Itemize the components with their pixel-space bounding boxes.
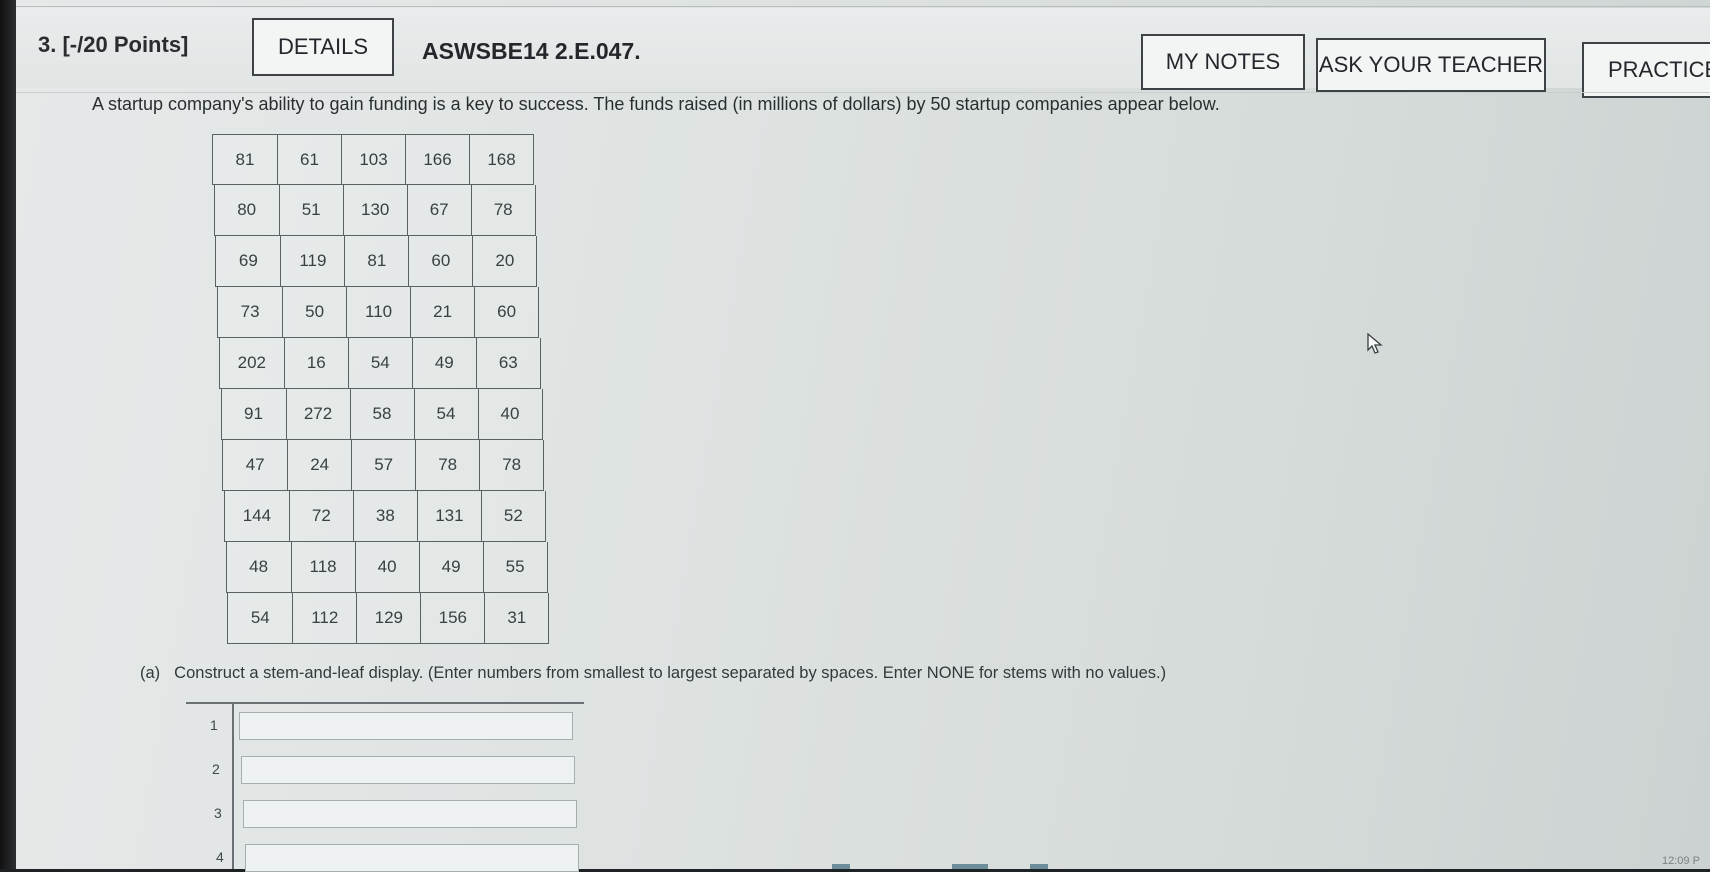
table-cell: 52 [481,491,546,542]
question-points: [-/20 Points] [62,32,189,57]
table-cell: 24 [288,440,353,491]
table-cell: 103 [342,134,406,185]
table-row: 202 16 54 49 63 [218,338,541,389]
practice-another-button[interactable]: PRACTICE A [1582,42,1710,98]
table-cell: 202 [218,338,285,389]
table-row: 144 72 38 131 52 [223,491,546,542]
leaf-input-stem-3[interactable] [243,800,577,828]
table-cell: 38 [353,491,418,542]
table-cell: 58 [350,389,415,440]
problem-intro-text: A startup company's ability to gain fund… [92,94,1220,114]
stem-label: 3 [214,805,222,821]
table-cell: 48 [225,542,292,593]
taskbar-clock: 12:09 P [1662,855,1700,867]
leaf-input-stem-1[interactable] [239,712,573,740]
details-button[interactable]: DETAILS [252,18,394,76]
table-cell: 272 [286,389,351,440]
table-cell: 130 [343,185,408,236]
header-divider [16,92,1710,93]
stem-leaf-divider [232,703,234,869]
table-cell: 78 [416,440,481,491]
table-cell: 144 [223,491,290,542]
ask-teacher-button[interactable]: ASK YOUR TEACHER [1316,38,1546,92]
table-cell: 40 [478,389,543,440]
table-cell: 112 [293,593,358,644]
funds-data-table: 81 61 103 166 168 80 51 130 67 78 69 119 81 60 20 73 50 1… [212,134,552,644]
monitor-bezel [0,0,16,869]
table-cell: 50 [283,287,348,338]
table-cell: 16 [284,338,349,389]
table-cell: 81 [212,134,278,185]
table-cell: 49 [419,542,484,593]
screen: 3. [-/20 Points] DETAILS ASWSBE14 2.E.04… [0,0,1710,872]
table-cell: 31 [485,593,550,644]
table-cell: 21 [411,287,476,338]
table-cell: 168 [470,134,534,185]
table-cell: 67 [407,185,472,236]
part-a-prompt: (a) Construct a stem-and-leaf display. (E… [140,664,1166,683]
table-cell: 80 [213,185,280,236]
table-cell: 91 [220,389,287,440]
table-cell: 54 [414,389,479,440]
table-row: 73 50 110 21 60 [217,287,540,338]
table-cell: 131 [417,491,482,542]
table-cell: 69 [215,236,282,287]
taskbar-indicator [952,864,988,869]
table-cell: 60 [475,287,540,338]
table-cell: 110 [347,287,412,338]
table-row: 54 112 129 156 31 [227,593,550,644]
table-cell: 166 [406,134,470,185]
table-cell: 119 [281,236,346,287]
table-cell: 47 [222,440,289,491]
taskbar-indicator [832,864,850,869]
table-row: 48 118 40 49 55 [225,542,548,593]
table-cell: 40 [355,542,420,593]
question-header: 3. [-/20 Points] DETAILS ASWSBE14 2.E.04… [16,8,1710,98]
table-cell: 49 [412,338,477,389]
stem-label: 4 [216,849,224,865]
top-divider [16,6,1710,7]
table-cell: 57 [352,440,417,491]
table-cell: 63 [476,338,541,389]
table-cell: 156 [421,593,486,644]
table-cell: 129 [357,593,422,644]
table-cell: 81 [345,236,410,287]
part-a-label: (a) [140,664,161,682]
problem-code: ASWSBE14 2.E.047. [422,38,641,64]
table-cell: 78 [471,185,536,236]
my-notes-button[interactable]: MY NOTES [1141,34,1305,90]
mouse-pointer-icon [1367,332,1383,354]
table-cell: 78 [480,440,545,491]
table-cell: 55 [483,542,548,593]
table-row: 91 272 58 54 40 [220,389,543,440]
leaf-input-stem-2[interactable] [241,756,575,784]
table-cell: 54 [227,593,294,644]
stem-leaf-top-rule [186,702,584,704]
table-cell: 61 [278,134,342,185]
table-row: 47 24 57 78 78 [222,440,545,491]
table-cell: 51 [279,185,344,236]
table-cell: 20 [473,236,538,287]
table-cell: 118 [291,542,356,593]
table-cell: 60 [409,236,474,287]
leaf-input-stem-4[interactable] [245,844,579,872]
taskbar-indicator [1030,864,1048,869]
table-row: 81 61 103 166 168 [212,134,534,185]
stem-label: 2 [212,761,220,777]
question-number: 3. [38,32,57,57]
table-row: 69 119 81 60 20 [215,236,538,287]
table-cell: 73 [217,287,284,338]
table-cell: 54 [348,338,413,389]
stem-label: 1 [210,717,218,733]
table-cell: 72 [289,491,354,542]
part-a-instruction: Construct a stem-and-leaf display. (Ente… [174,664,1167,682]
question-number-points: 3. [-/20 Points] [38,32,188,58]
table-row: 80 51 130 67 78 [213,185,536,236]
